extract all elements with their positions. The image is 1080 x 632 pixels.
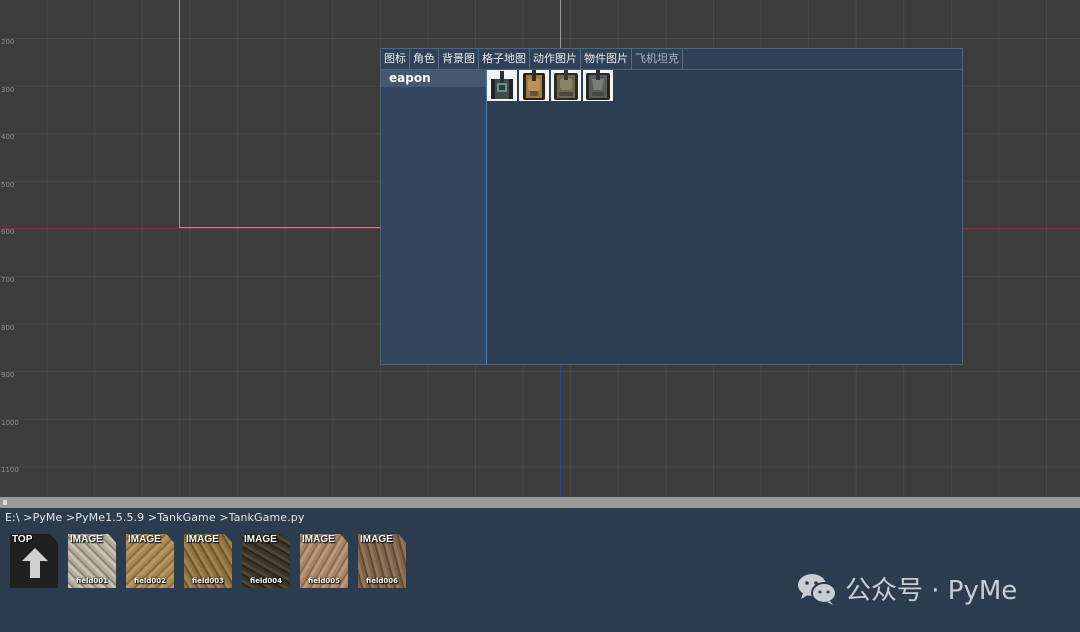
tab-backgrounds[interactable]: 背景图: [439, 49, 479, 69]
ruler-label: 800: [1, 324, 15, 332]
tab-animations[interactable]: 动作图片: [530, 49, 581, 69]
file-name: field002: [134, 577, 166, 585]
stage-frame-bottom: [179, 227, 381, 228]
asset-picker-panel: 图标 角色 背景图 格子地图 动作图片 物件图片 飞机坦克 eapon: [380, 48, 963, 365]
file-item-field002[interactable]: IMAGE field002: [126, 534, 174, 588]
go-up-button[interactable]: TOP: [10, 534, 58, 588]
breadcrumb[interactable]: E:\ >PyMe >PyMe1.5.5.9 >TankGame >TankGa…: [5, 511, 304, 524]
ruler-label: 400: [1, 133, 15, 141]
file-type-badge: IMAGE: [186, 534, 219, 545]
category-item-weapon[interactable]: eapon: [381, 70, 486, 87]
ruler-label: 1100: [1, 466, 19, 474]
vertical-axis-line: [560, 365, 561, 497]
gray-tank-icon[interactable]: [583, 70, 613, 101]
up-arrow-icon: [22, 548, 48, 578]
tab-characters[interactable]: 角色: [410, 49, 439, 69]
wechat-icon: [798, 573, 837, 605]
watermark: 公众号 · PyMe: [797, 570, 1017, 607]
panel-splitter[interactable]: [0, 497, 1080, 508]
watermark-text: 公众号 · PyMe: [845, 576, 1018, 606]
file-name: field004: [250, 577, 282, 585]
stage-frame-left: [179, 0, 180, 228]
file-type-badge: IMAGE: [360, 534, 393, 545]
sprite-grid: [487, 70, 613, 101]
top-label: TOP: [12, 534, 33, 545]
file-list: TOP IMAGE field001 IMAGE field002 IMAGE …: [10, 534, 406, 588]
file-name: field003: [192, 577, 224, 585]
file-item-field001[interactable]: IMAGE field001: [68, 534, 116, 588]
file-name: field005: [308, 577, 340, 585]
ruler-label: 300: [1, 86, 15, 94]
ruler-label: 200: [1, 38, 15, 46]
file-type-badge: IMAGE: [244, 534, 277, 545]
file-item-field003[interactable]: IMAGE field003: [184, 534, 232, 588]
green-tank-icon[interactable]: [487, 70, 517, 101]
tab-objects[interactable]: 物件图片: [581, 49, 632, 69]
ruler-label: 500: [1, 181, 15, 189]
file-name: field001: [76, 577, 108, 585]
ruler-label: 900: [1, 371, 15, 379]
tab-planes-tanks[interactable]: 飞机坦克: [632, 49, 683, 69]
file-type-badge: IMAGE: [302, 534, 335, 545]
category-list: eapon: [381, 70, 487, 364]
file-item-field006[interactable]: IMAGE field006: [358, 534, 406, 588]
ruler-label: 1000: [1, 419, 19, 427]
tan-tank-icon[interactable]: [519, 70, 549, 101]
splitter-grip-icon[interactable]: [3, 500, 7, 505]
olive-tank-icon[interactable]: [551, 70, 581, 101]
tab-icons[interactable]: 图标: [381, 49, 410, 69]
file-name: field006: [366, 577, 398, 585]
file-type-badge: IMAGE: [128, 534, 161, 545]
ruler-label: 600: [1, 228, 15, 236]
stage-frame-right: [560, 0, 561, 48]
file-type-badge: IMAGE: [70, 534, 103, 545]
tab-bar: 图标 角色 背景图 格子地图 动作图片 物件图片 飞机坦克: [381, 49, 962, 70]
ruler-label: 700: [1, 276, 15, 284]
vertical-axis-line: [179, 228, 180, 497]
tab-tile-maps[interactable]: 格子地图: [479, 49, 530, 69]
file-item-field004[interactable]: IMAGE field004: [242, 534, 290, 588]
file-item-field005[interactable]: IMAGE field005: [300, 534, 348, 588]
